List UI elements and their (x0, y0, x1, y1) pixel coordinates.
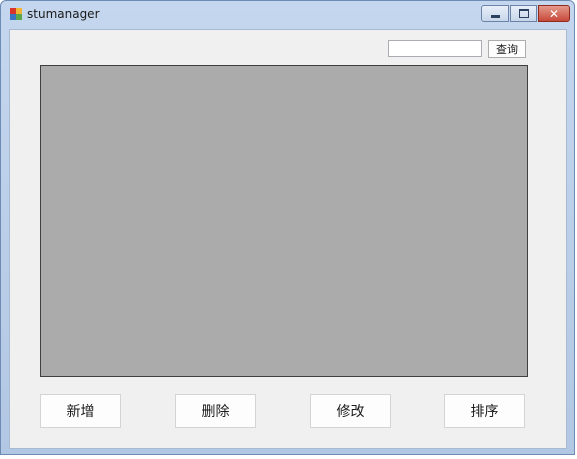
window-title: stumanager (27, 7, 100, 21)
add-button[interactable]: 新增 (40, 394, 121, 428)
form-client-area: 查询 新增 删除 修改 排序 (9, 29, 567, 449)
search-input[interactable] (388, 40, 482, 57)
close-button[interactable]: ✕ (538, 5, 570, 22)
app-window: stumanager ✕ 查询 新增 删除 修改 排序 (0, 0, 575, 455)
query-button[interactable]: 查询 (488, 40, 526, 58)
maximize-button[interactable] (510, 5, 537, 22)
title-bar[interactable]: stumanager ✕ (1, 1, 574, 29)
app-icon (10, 8, 23, 20)
close-icon: ✕ (548, 6, 560, 21)
minimize-icon (490, 15, 500, 18)
minimize-button[interactable] (481, 5, 509, 22)
caption-buttons: ✕ (480, 5, 570, 23)
maximize-icon (518, 9, 529, 18)
data-grid[interactable] (40, 65, 528, 377)
delete-button[interactable]: 删除 (175, 394, 256, 428)
sort-button[interactable]: 排序 (444, 394, 525, 428)
edit-button[interactable]: 修改 (310, 394, 391, 428)
